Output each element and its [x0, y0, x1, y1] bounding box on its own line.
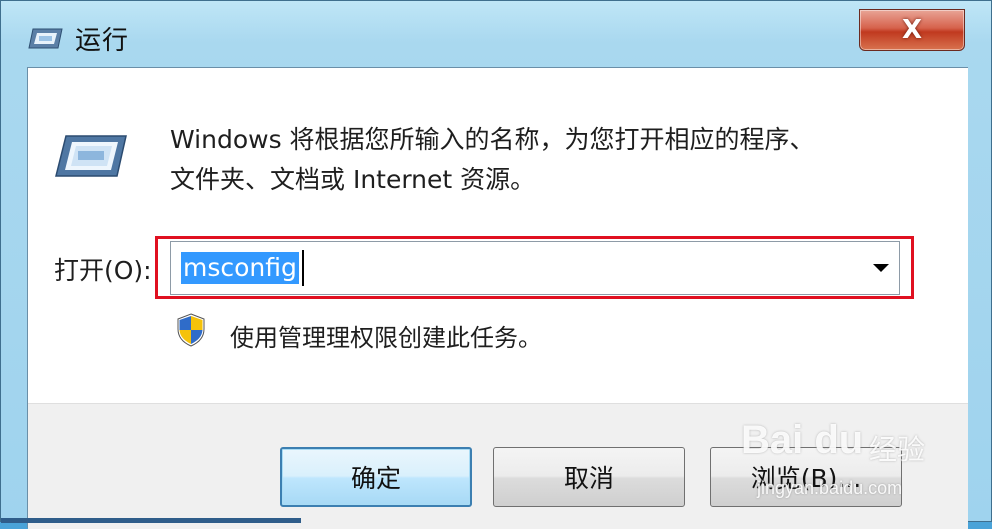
- dropdown-arrow-icon[interactable]: [873, 264, 889, 272]
- window-title: 运行: [75, 26, 130, 56]
- run-app-icon: [28, 28, 63, 49]
- description-line-2: 文件夹、文档或 Internet 资源。: [170, 165, 536, 194]
- dialog-client-area: Windows 将根据您所输入的名称，为您打开相应的程序、 文件夹、文档或 In…: [27, 67, 968, 529]
- ok-button[interactable]: 确定: [280, 447, 472, 507]
- title-bar[interactable]: 运行 X: [1, 1, 992, 67]
- taskbar-strip: [1, 518, 301, 523]
- open-combobox[interactable]: msconfig: [170, 241, 900, 295]
- run-app-icon: [55, 135, 127, 177]
- open-input-value[interactable]: msconfig: [181, 252, 299, 284]
- open-label: 打开(O):: [54, 256, 152, 285]
- uac-shield-icon: [177, 313, 205, 347]
- close-icon: X: [901, 15, 923, 45]
- description-line-1: Windows 将根据您所输入的名称，为您打开相应的程序、: [170, 125, 815, 154]
- cancel-button[interactable]: 取消: [493, 447, 685, 507]
- text-caret: [302, 250, 304, 286]
- description-text: Windows 将根据您所输入的名称，为您打开相应的程序、 文件夹、文档或 In…: [170, 120, 940, 200]
- admin-note: 使用管理理权限创建此任务。: [230, 324, 542, 352]
- browse-button[interactable]: 浏览(B)...: [710, 447, 902, 507]
- close-button[interactable]: X: [859, 9, 965, 51]
- run-dialog-window: 运行 X Windows 将根据您所输入的名称，为您打开相应的程序、 文件夹、文…: [0, 0, 992, 529]
